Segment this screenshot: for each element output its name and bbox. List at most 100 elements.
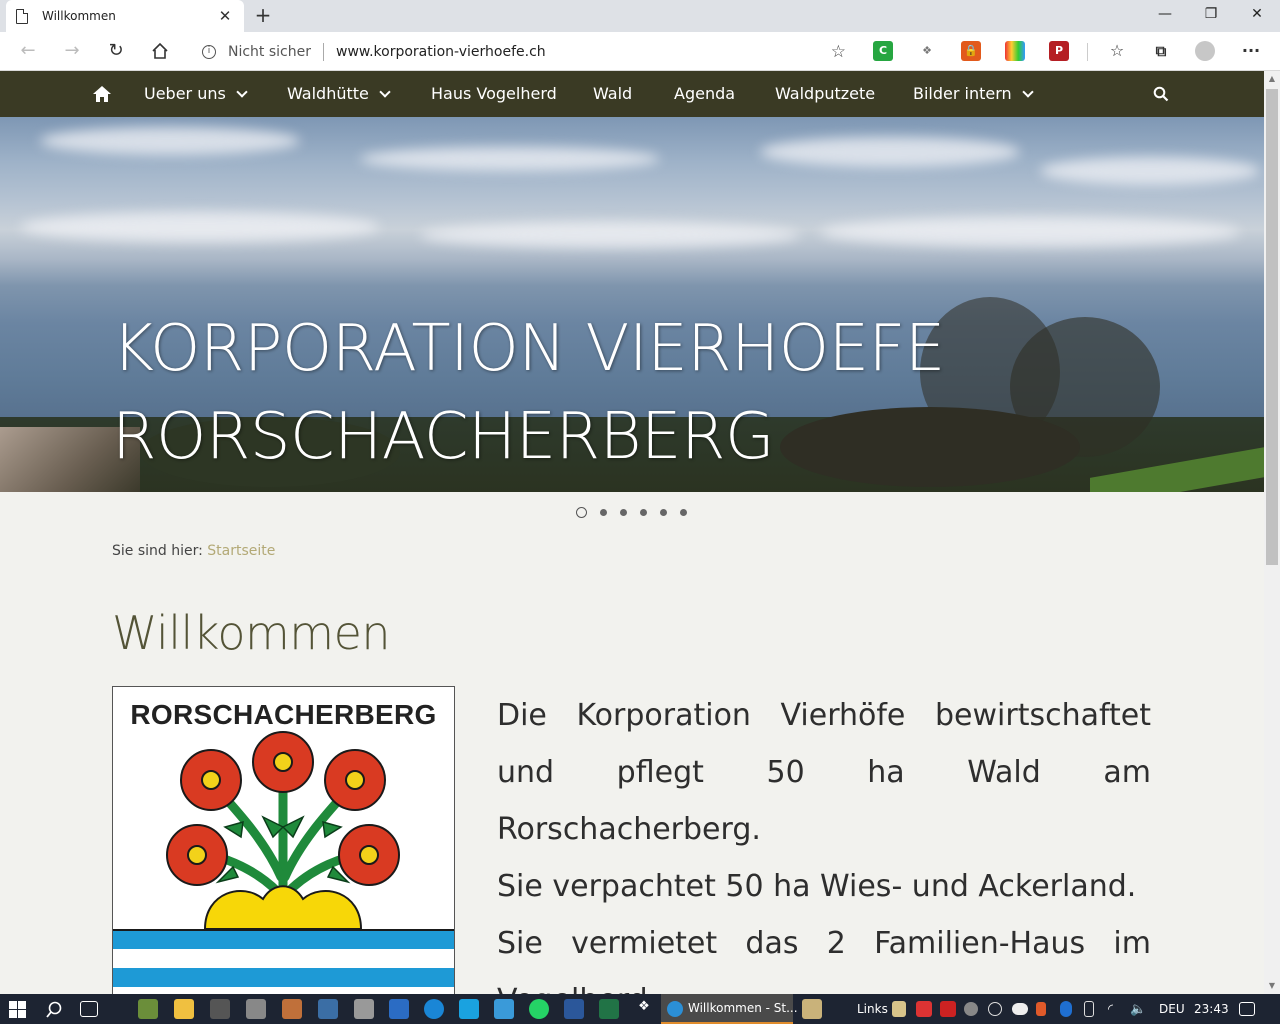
tab-title: Willkommen xyxy=(42,9,116,23)
breadcrumb: Sie sind hier: Startseite xyxy=(112,543,275,559)
hero-slider[interactable]: KORPORATION VIERHOEFE RORSCHACHERBERG xyxy=(0,117,1264,492)
slider-pagination xyxy=(576,507,700,518)
taskbar-app-icon[interactable] xyxy=(354,999,374,1019)
hero-cloud xyxy=(760,137,1020,167)
browser-tab-bar: Willkommen ✕ + — ❐ ✕ xyxy=(0,0,1280,32)
tray-icon[interactable] xyxy=(940,1001,956,1017)
nav-item-agenda[interactable]: Agenda xyxy=(674,71,735,117)
home-button[interactable] xyxy=(145,38,175,64)
taskbar-app-icon[interactable] xyxy=(282,999,302,1019)
url-text[interactable]: www.korporation-vierhoefe.ch xyxy=(336,44,831,60)
edge-browser-icon xyxy=(667,1001,683,1017)
taskbar-app-icon[interactable] xyxy=(210,999,230,1019)
taskbar-app-icon[interactable] xyxy=(246,999,266,1019)
chevron-down-icon xyxy=(236,86,248,98)
notifications-icon[interactable] xyxy=(1239,1002,1255,1016)
restore-button[interactable]: ❐ xyxy=(1188,0,1234,30)
close-window-button[interactable]: ✕ xyxy=(1234,0,1280,30)
hero-title-line-1: KORPORATION VIERHOEFE xyxy=(112,312,945,386)
clock[interactable]: 23:43 xyxy=(1194,1002,1229,1016)
taskbar-search-icon[interactable] xyxy=(46,1001,63,1018)
intro-paragraph-2: Sie verpachtet 50 ha Wies- und Ackerland… xyxy=(497,869,1137,904)
new-tab-button[interactable]: + xyxy=(252,3,274,27)
favorites-icon[interactable]: ☆ xyxy=(1107,41,1127,61)
home-icon[interactable] xyxy=(92,84,112,104)
minimize-button[interactable]: — xyxy=(1142,0,1188,30)
tab-close-icon[interactable]: ✕ xyxy=(216,7,234,25)
onedrive-icon[interactable] xyxy=(424,999,444,1019)
taskbar-app-icon[interactable] xyxy=(138,999,158,1019)
page-scrollbar[interactable]: ▲ ▼ xyxy=(1264,71,1280,994)
language-indicator[interactable]: DEU xyxy=(1159,1002,1185,1016)
taskbar-app-icon[interactable] xyxy=(494,999,514,1019)
scroll-up-arrow[interactable]: ▲ xyxy=(1264,71,1280,87)
network-icon[interactable]: ◜ xyxy=(1108,1002,1113,1017)
nav-item-waldhuette[interactable]: Waldhütte xyxy=(287,71,391,117)
nav-item-label: Bilder intern xyxy=(913,84,1012,103)
rose-crest-graphic xyxy=(113,731,454,987)
nav-item-wald[interactable]: Wald xyxy=(593,71,632,117)
slider-dot[interactable] xyxy=(640,509,647,516)
taskbar-app-icon[interactable] xyxy=(459,999,479,1019)
nav-item-bilder-intern[interactable]: Bilder intern xyxy=(913,71,1034,117)
tray-icon[interactable] xyxy=(1036,1002,1046,1016)
address-separator xyxy=(323,42,324,61)
hero-cloud xyxy=(420,222,800,248)
collections-icon[interactable]: ⧉ xyxy=(1151,41,1171,61)
info-icon[interactable]: i xyxy=(202,44,216,59)
taskbar-app-icon[interactable] xyxy=(389,999,409,1019)
windows-start-icon[interactable] xyxy=(9,1001,26,1018)
hero-title-line-2: RORSCHACHERBERG xyxy=(112,400,775,474)
nav-item-haus-vogelherd[interactable]: Haus Vogelherd xyxy=(431,71,557,117)
volume-icon[interactable]: 🔈 xyxy=(1130,1002,1146,1017)
slider-dot[interactable] xyxy=(620,509,627,516)
nav-item-ueber-uns[interactable]: Ueber uns xyxy=(144,71,248,117)
hero-cloud xyxy=(1040,157,1260,185)
whatsapp-icon[interactable] xyxy=(529,999,549,1019)
refresh-button[interactable]: ↻ xyxy=(101,38,131,64)
intro-text: Die Korporation Vierhöfe bewirtschaftet … xyxy=(497,687,1151,1024)
site-navigation: Ueber uns Waldhütte Haus Vogelherd Wald … xyxy=(0,71,1264,117)
slider-dot[interactable] xyxy=(680,509,687,516)
file-explorer-icon[interactable] xyxy=(174,999,194,1019)
profile-avatar[interactable] xyxy=(1195,41,1215,61)
bluetooth-icon[interactable] xyxy=(1060,1001,1072,1017)
taskbar-app-icon[interactable] xyxy=(318,999,338,1019)
excel-icon[interactable] xyxy=(599,999,619,1019)
breadcrumb-link-home[interactable]: Startseite xyxy=(207,543,275,559)
slider-dot[interactable] xyxy=(576,507,587,518)
word-icon[interactable] xyxy=(564,999,584,1019)
scroll-thumb[interactable] xyxy=(1266,89,1278,565)
favorite-star-icon[interactable]: ☆ xyxy=(831,42,846,62)
address-bar[interactable]: i Nicht sicher www.korporation-vierhoefe… xyxy=(188,36,856,67)
slider-dot[interactable] xyxy=(600,509,607,516)
extension-green-icon[interactable]: C xyxy=(873,41,893,61)
tray-icon[interactable] xyxy=(964,1002,978,1016)
tray-icon[interactable] xyxy=(892,1001,906,1017)
tray-icon[interactable] xyxy=(916,1001,932,1017)
dropbox-icon[interactable]: ❖ xyxy=(917,41,937,61)
slider-dot[interactable] xyxy=(660,509,667,516)
hero-cloud xyxy=(360,147,660,171)
hero-title: KORPORATION VIERHOEFE RORSCHACHERBERG xyxy=(112,305,945,481)
browser-tab[interactable]: Willkommen ✕ xyxy=(6,0,244,32)
settings-menu-icon[interactable]: ··· xyxy=(1241,41,1261,61)
page-icon xyxy=(16,8,28,24)
nav-item-waldputzete[interactable]: Waldputzete xyxy=(775,71,875,117)
links-toolbar[interactable]: Links xyxy=(857,1002,888,1016)
cloud-tray-icon[interactable] xyxy=(1012,1003,1028,1015)
usb-icon[interactable] xyxy=(1084,1001,1094,1017)
dropbox-taskbar-icon[interactable]: ❖ xyxy=(634,999,654,1019)
back-button[interactable]: ← xyxy=(13,38,43,64)
search-icon[interactable] xyxy=(1153,86,1169,102)
task-view-icon[interactable] xyxy=(80,1001,98,1017)
color-picker-icon[interactable] xyxy=(1005,41,1025,61)
tray-icon[interactable] xyxy=(988,1002,1002,1016)
taskbar-app-icon[interactable] xyxy=(802,999,822,1019)
extension-red-icon[interactable]: P xyxy=(1049,41,1069,61)
extension-lock-icon[interactable]: 🔒 xyxy=(961,41,981,61)
chevron-down-icon xyxy=(1022,86,1034,98)
forward-button[interactable]: → xyxy=(57,38,87,64)
breadcrumb-prefix: Sie sind hier: xyxy=(112,543,203,559)
scroll-down-arrow[interactable]: ▼ xyxy=(1264,978,1280,994)
